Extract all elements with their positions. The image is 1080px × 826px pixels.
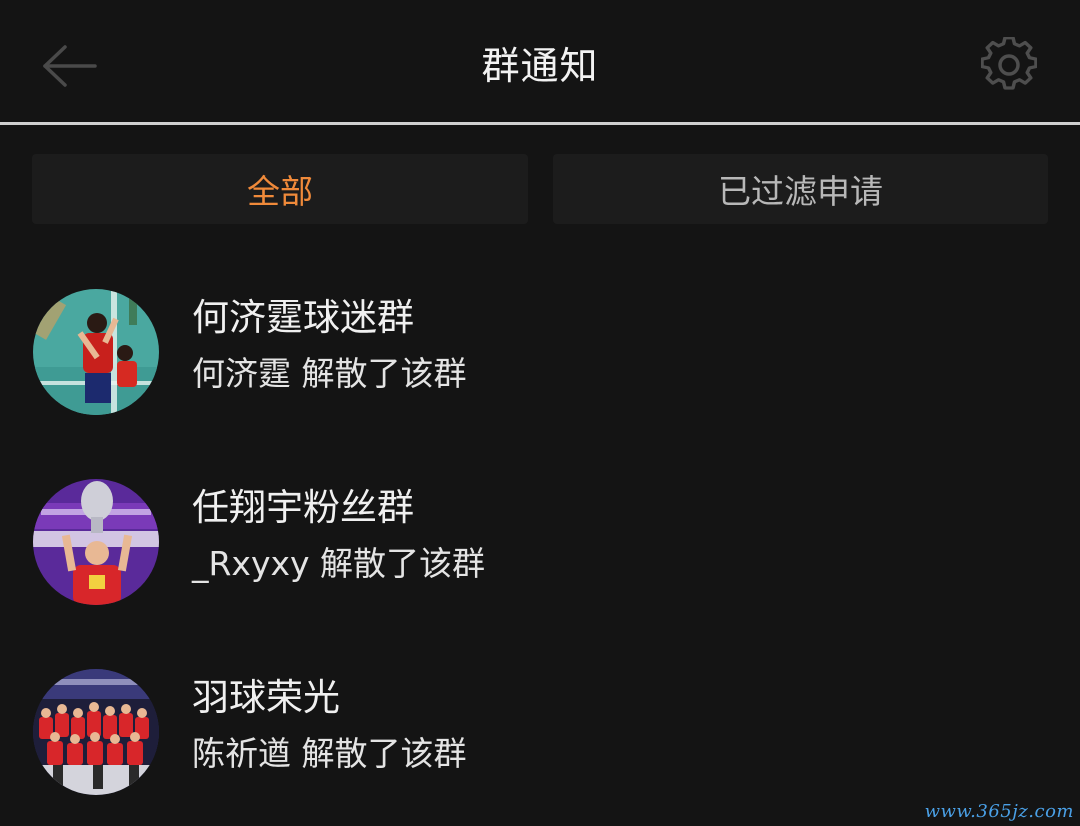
group-event: 何济霆 解散了该群 bbox=[192, 354, 467, 393]
team-photo-avatar bbox=[33, 669, 159, 795]
arrow-left-icon bbox=[43, 45, 97, 87]
notification-item[interactable]: 何济霆球迷群 何济霆 解散了该群 bbox=[0, 270, 1080, 420]
app-header: 群通知 bbox=[0, 0, 1080, 122]
tab-filtered-requests[interactable]: 已过滤申请 bbox=[553, 154, 1048, 224]
notification-item[interactable]: 任翔宇粉丝群 _Rxyxy 解散了该群 bbox=[0, 460, 1080, 610]
tab-all[interactable]: 全部 bbox=[32, 154, 528, 224]
group-name: 任翔宇粉丝群 bbox=[192, 486, 414, 529]
group-event: _Rxyxy 解散了该群 bbox=[192, 544, 486, 583]
header-divider bbox=[0, 122, 1080, 125]
page-title: 群通知 bbox=[481, 44, 599, 88]
notification-item[interactable]: 羽球荣光 陈祈遒 解散了该群 bbox=[0, 650, 1080, 800]
badminton-player-avatar bbox=[33, 289, 159, 415]
group-event: 陈祈遒 解散了该群 bbox=[192, 734, 467, 773]
back-button[interactable] bbox=[36, 36, 102, 96]
settings-button[interactable] bbox=[976, 32, 1042, 98]
group-name: 羽球荣光 bbox=[192, 676, 340, 719]
trophy-player-avatar bbox=[33, 479, 159, 605]
watermark: www.365jz.com bbox=[924, 801, 1074, 822]
group-name: 何济霆球迷群 bbox=[192, 296, 414, 339]
gear-icon bbox=[981, 37, 1037, 90]
